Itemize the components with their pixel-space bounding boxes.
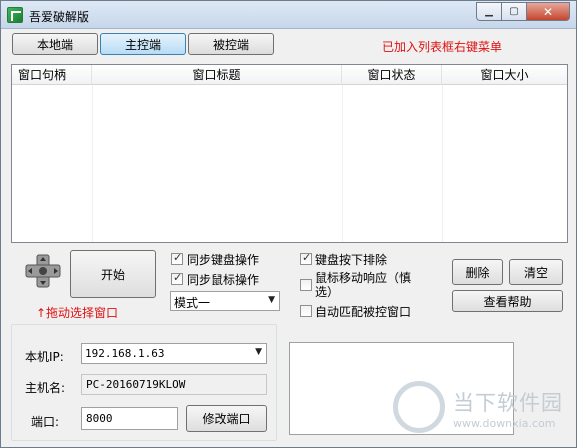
port-label: 端口: <box>31 415 60 429</box>
clear-button[interactable]: 清空 <box>509 259 563 285</box>
sync-mouse-checkbox[interactable] <box>171 271 183 285</box>
column-divider <box>442 85 443 242</box>
port-input[interactable]: 8000 <box>81 407 178 430</box>
window-controls: ▁ ▢ ✕ <box>476 2 570 21</box>
hostname-label: 主机名: <box>25 381 66 395</box>
start-button[interactable]: 开始 <box>70 250 156 298</box>
chevron-down-icon: ▼ <box>268 295 275 305</box>
watermark-logo-icon <box>393 381 445 433</box>
mouse-move-label: 鼠标移动响应（慎选） <box>315 271 412 299</box>
window-list[interactable]: 窗口句柄 窗口标题 窗口状态 窗口大小 <box>11 64 568 243</box>
sync-mouse-label: 同步鼠标操作 <box>187 273 260 287</box>
ip-select-value: 192.168.1.63 <box>85 347 165 360</box>
column-header-handle[interactable]: 窗口句柄 <box>12 65 92 85</box>
column-divider <box>342 85 343 242</box>
column-header-title[interactable]: 窗口标题 <box>92 65 342 85</box>
help-button[interactable]: 查看帮助 <box>452 290 563 312</box>
crosshair-drag-icon[interactable] <box>23 253 63 289</box>
title-bar[interactable]: 吾爱破解版 ▁ ▢ ✕ <box>1 1 576 29</box>
window-title: 吾爱破解版 <box>29 10 90 24</box>
column-divider <box>92 85 93 242</box>
modify-port-button[interactable]: 修改端口 <box>186 405 267 432</box>
column-header-size[interactable]: 窗口大小 <box>442 65 567 85</box>
notice-text: 已加入列表框右键菜单 <box>382 40 503 54</box>
auto-match-checkbox[interactable] <box>300 305 312 317</box>
key-exclude-checkbox[interactable] <box>300 251 312 265</box>
close-button[interactable]: ✕ <box>527 2 570 21</box>
tab-controlled[interactable]: 被控端 <box>188 33 274 55</box>
delete-button[interactable]: 删除 <box>452 259 503 285</box>
minimize-button[interactable]: ▁ <box>476 2 502 21</box>
ip-select[interactable]: 192.168.1.63 ▼ <box>81 343 267 364</box>
app-window: 吾爱破解版 ▁ ▢ ✕ 本地端 主控端 被控端 已加入列表框右键菜单 窗口句柄 … <box>0 0 577 448</box>
hostname-field: PC-20160719KLOW <box>81 374 267 395</box>
mode-select-value: 模式一 <box>174 296 211 310</box>
maximize-button[interactable]: ▢ <box>502 2 527 21</box>
key-exclude-label: 键盘按下排除 <box>315 253 388 267</box>
port-value: 8000 <box>86 412 113 425</box>
hostname-value: PC-20160719KLOW <box>86 378 186 391</box>
watermark-text: 当下软件园 <box>453 391 563 415</box>
chevron-down-icon: ▼ <box>255 347 262 357</box>
mouse-move-checkbox[interactable] <box>300 279 312 291</box>
auto-match-label: 自动匹配被控窗口 <box>315 305 412 319</box>
tab-master[interactable]: 主控端 <box>100 33 186 55</box>
drag-hint: ↑拖动选择窗口 <box>36 306 119 320</box>
mode-select[interactable]: 模式一 ▼ <box>170 291 280 311</box>
watermark-url: www.downxia.com <box>453 417 556 430</box>
tab-local[interactable]: 本地端 <box>12 33 98 55</box>
column-header-state[interactable]: 窗口状态 <box>342 65 442 85</box>
list-header: 窗口句柄 窗口标题 窗口状态 窗口大小 <box>12 65 567 85</box>
app-icon <box>7 7 23 23</box>
ip-label: 本机IP: <box>25 350 64 364</box>
sync-keyboard-label: 同步键盘操作 <box>187 253 260 267</box>
sync-keyboard-checkbox[interactable] <box>171 251 183 265</box>
watermark: 当下软件园 www.downxia.com <box>393 381 573 441</box>
